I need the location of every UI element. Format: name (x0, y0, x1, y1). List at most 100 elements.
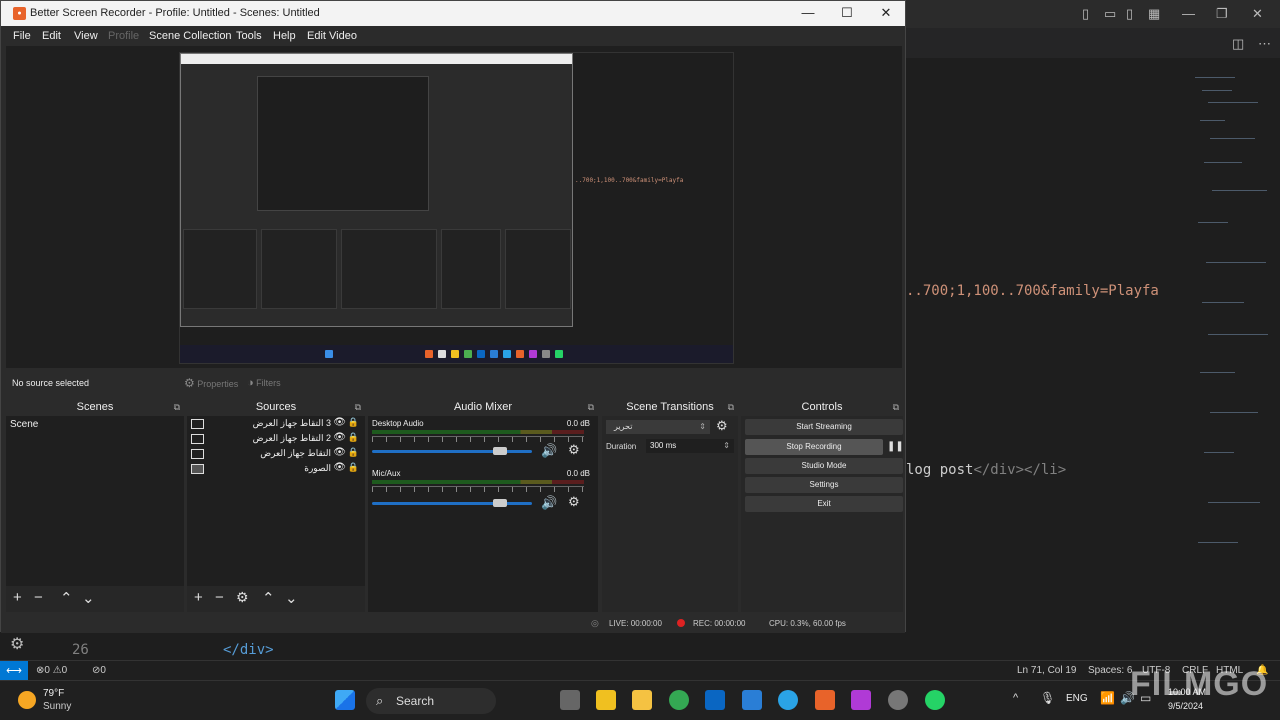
scene-item[interactable]: Scene (10, 419, 38, 430)
menu-help[interactable]: Help (273, 30, 296, 42)
pause-icon[interactable]: ❚❚ (887, 439, 904, 455)
stepper-icon[interactable]: ⇕ (723, 439, 730, 453)
sources-dock: Sources ⧉ 3 التقاط جهاز العرض 👁 🔒 2 التقا… (187, 398, 365, 612)
volume-slider-handle[interactable] (493, 447, 507, 455)
search-icon: ⌕ (376, 693, 384, 708)
toggle-sidebar-icon[interactable]: ▯ (1082, 6, 1089, 22)
source-item[interactable]: 3 التقاط جهاز العرض 👁 🔒 (187, 417, 365, 432)
menu-edit-video[interactable]: Edit Video (307, 30, 357, 42)
chrome-icon[interactable] (669, 690, 689, 710)
weather-temp[interactable]: 79°F (43, 688, 64, 699)
menu-scene-collection[interactable]: Scene Collection (149, 30, 232, 42)
restore-icon[interactable]: ❐ (1216, 6, 1228, 22)
lock-icon[interactable]: 🔒 (348, 447, 359, 458)
volume-slider-handle[interactable] (493, 499, 507, 507)
settings-button[interactable]: Settings (745, 477, 903, 493)
visibility-eye-icon[interactable]: 👁 (333, 447, 346, 458)
indentation[interactable]: Spaces: 6 (1088, 665, 1132, 676)
visibility-eye-icon[interactable]: 👁 (333, 417, 346, 428)
undock-icon[interactable]: ⧉ (355, 398, 361, 416)
task-view-icon[interactable] (560, 690, 580, 710)
remove-icon[interactable]: − (215, 589, 224, 606)
weather-desc[interactable]: Sunny (43, 701, 71, 712)
recorder-app-icon[interactable] (815, 690, 835, 710)
move-up-icon[interactable]: ⌃ (60, 589, 73, 607)
whatsapp-icon[interactable] (925, 690, 945, 710)
toggle-secondary-sidebar-icon[interactable]: ▯ (1126, 6, 1133, 22)
studio-mode-button[interactable]: Studio Mode (745, 458, 903, 474)
gear-icon[interactable]: ⚙ (568, 442, 580, 458)
vscode-icon[interactable] (742, 690, 762, 710)
edge-icon[interactable] (778, 690, 798, 710)
speaker-icon[interactable]: 🔊 (541, 443, 557, 459)
scenes-list[interactable]: Scene (6, 416, 184, 586)
add-icon[interactable]: + (13, 589, 22, 606)
more-actions-icon[interactable]: ⋯ (1258, 36, 1271, 52)
move-down-icon[interactable]: ⌄ (285, 589, 298, 607)
undock-icon[interactable]: ⧉ (893, 398, 899, 416)
sources-list[interactable]: 3 التقاط جهاز العرض 👁 🔒 2 التقاط جهاز ال… (187, 416, 365, 586)
manage-gear-icon[interactable]: ⚙ (10, 634, 24, 654)
microphone-icon[interactable]: 🎙 (1040, 691, 1055, 705)
cursor-position[interactable]: Ln 71, Col 19 (1017, 665, 1077, 676)
visibility-eye-icon[interactable]: 👁 (333, 462, 346, 473)
jetbrains-icon[interactable] (851, 690, 871, 710)
taskbar-search[interactable]: ⌕ Search (366, 688, 496, 714)
move-up-icon[interactable]: ⌃ (262, 589, 275, 607)
add-icon[interactable]: + (194, 589, 203, 606)
gear-icon[interactable]: ⚙ (568, 494, 580, 510)
menu-profile[interactable]: Profile (108, 30, 139, 42)
filter-icon: ◑ (247, 377, 254, 389)
close-icon[interactable]: ✕ (1252, 6, 1263, 22)
wifi-icon[interactable]: 📶 (1100, 691, 1115, 705)
maximize-icon[interactable]: ☐ (837, 5, 857, 21)
linkedin-icon[interactable] (705, 690, 725, 710)
minimize-icon[interactable]: — (798, 5, 818, 20)
undock-icon[interactable]: ⧉ (588, 398, 594, 416)
volume-slider[interactable] (372, 502, 532, 505)
remove-icon[interactable]: − (34, 589, 43, 606)
speaker-icon[interactable]: 🔊 (541, 495, 557, 511)
ports-indicator[interactable]: ⊘0 (92, 665, 106, 676)
store-icon[interactable] (596, 690, 616, 710)
windows-start-icon[interactable] (335, 690, 355, 710)
properties-button[interactable]: ⚙ Properties (184, 375, 238, 391)
exit-button[interactable]: Exit (745, 496, 903, 512)
remote-icon[interactable]: ⟷ (0, 661, 28, 681)
problems-indicator[interactable]: ⊗0 ⚠0 (36, 665, 67, 676)
source-item[interactable]: التقاط جهاز العرض 👁 🔒 (187, 447, 365, 462)
mixer-title: Audio Mixer (453, 401, 513, 413)
stop-recording-button[interactable]: Stop Recording (745, 439, 883, 455)
transition-select[interactable]: تحرير ⇕ (606, 420, 710, 434)
minimize-icon[interactable]: — (1182, 6, 1195, 21)
minimap[interactable] (1190, 72, 1270, 572)
lock-icon[interactable]: 🔒 (348, 432, 359, 443)
customize-layout-icon[interactable]: ▦ (1148, 6, 1160, 22)
lock-icon[interactable]: 🔒 (348, 417, 359, 428)
split-editor-icon[interactable]: ◫ (1232, 36, 1244, 52)
lock-icon[interactable]: 🔒 (348, 462, 359, 473)
source-item[interactable]: الصورة 👁 🔒 (187, 462, 365, 477)
github-icon[interactable] (888, 690, 908, 710)
undock-icon[interactable]: ⧉ (174, 398, 180, 416)
file-explorer-icon[interactable] (632, 690, 652, 710)
toggle-panel-icon[interactable]: ▭ (1104, 6, 1116, 22)
duration-spinbox[interactable]: 300 ms ⇕ (646, 439, 734, 453)
move-down-icon[interactable]: ⌄ (82, 589, 95, 607)
volume-slider[interactable] (372, 450, 532, 453)
menu-edit[interactable]: Edit (42, 30, 61, 42)
chevron-up-icon[interactable]: ^ (1013, 692, 1018, 704)
filters-button[interactable]: ◑ Filters (247, 375, 281, 391)
preview-canvas[interactable]: ..700;1,100..700&family=Playfa (179, 52, 734, 364)
menu-file[interactable]: File (13, 30, 31, 42)
gear-icon[interactable]: ⚙ (716, 418, 728, 434)
menu-tools[interactable]: Tools (236, 30, 262, 42)
visibility-eye-icon[interactable]: 👁 (333, 432, 346, 443)
language-indicator[interactable]: ENG (1066, 693, 1088, 704)
gear-icon[interactable]: ⚙ (236, 589, 249, 606)
start-streaming-button[interactable]: Start Streaming (745, 419, 903, 435)
close-icon[interactable]: ✕ (876, 5, 896, 21)
undock-icon[interactable]: ⧉ (728, 398, 734, 416)
source-item[interactable]: 2 التقاط جهاز العرض 👁 🔒 (187, 432, 365, 447)
menu-view[interactable]: View (74, 30, 98, 42)
